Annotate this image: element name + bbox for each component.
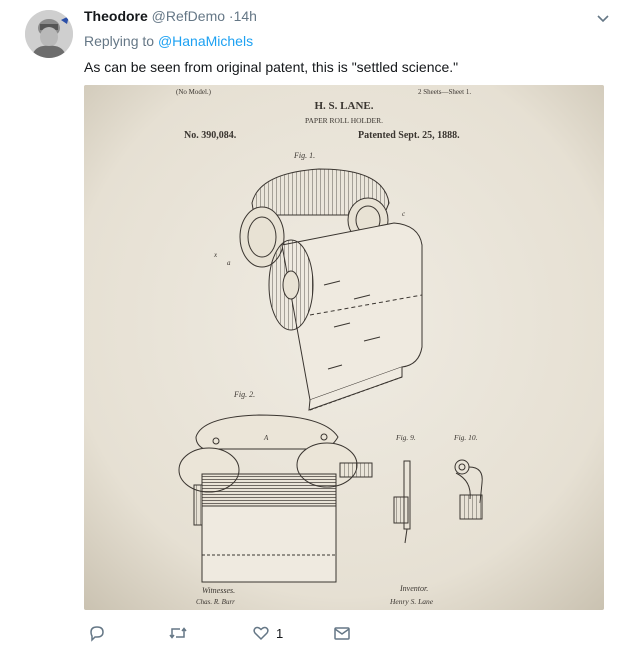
- patent-model-text: (No Model.): [176, 88, 212, 96]
- fig1-label: Fig. 1.: [293, 151, 315, 160]
- tweet-header: Theodore @RefDemo ·14h: [84, 8, 614, 28]
- heart-icon: [252, 624, 270, 642]
- patent-inventor-heading: H. S. LANE.: [315, 100, 374, 112]
- tweet-media-image[interactable]: (No Model.) 2 Sheets—Sheet 1. H. S. LANE…: [84, 85, 604, 610]
- tweet-text: As can be seen from original patent, thi…: [84, 59, 459, 75]
- witness-signature: Chas. R. Burr: [196, 598, 235, 606]
- envelope-icon: [333, 624, 351, 642]
- svg-text:a: a: [227, 259, 231, 267]
- retweet-button[interactable]: [168, 622, 188, 644]
- chevron-down-icon[interactable]: [592, 8, 614, 30]
- tweet-time[interactable]: 14h: [234, 8, 257, 24]
- direct-message-button[interactable]: [333, 622, 351, 644]
- like-button[interactable]: 1: [252, 622, 283, 644]
- tweet-actions: 1: [84, 622, 604, 644]
- user-handle[interactable]: @RefDemo: [152, 8, 225, 24]
- reply-button[interactable]: [88, 622, 106, 644]
- witnesses-label: Witnesses.: [202, 586, 235, 595]
- inventor-label: Inventor.: [399, 584, 428, 593]
- like-count: 1: [276, 625, 284, 641]
- reply-icon: [88, 624, 106, 642]
- patent-number-text: No. 390,084.: [184, 130, 237, 141]
- patent-drawing: (No Model.) 2 Sheets—Sheet 1. H. S. LANE…: [84, 85, 604, 610]
- patent-sheets-text: 2 Sheets—Sheet 1.: [418, 88, 471, 96]
- replying-to-link[interactable]: @HanaMichels: [158, 33, 253, 49]
- patent-title-text: PAPER ROLL HOLDER.: [305, 116, 383, 125]
- replying-to: Replying to @HanaMichels: [84, 33, 253, 49]
- fig2-label: Fig. 2.: [233, 390, 255, 399]
- inventor-signature: Henry S. Lane: [389, 597, 434, 606]
- svg-text:A: A: [263, 434, 269, 442]
- retweet-icon: [168, 624, 188, 642]
- patent-date-text: Patented Sept. 25, 1888.: [358, 130, 460, 141]
- fig9-label: Fig. 9.: [395, 433, 416, 442]
- display-name[interactable]: Theodore: [84, 8, 148, 24]
- replying-prefix: Replying to: [84, 33, 155, 49]
- fig10-label: Fig. 10.: [453, 433, 478, 442]
- avatar-image: [25, 10, 73, 58]
- avatar[interactable]: [25, 10, 73, 58]
